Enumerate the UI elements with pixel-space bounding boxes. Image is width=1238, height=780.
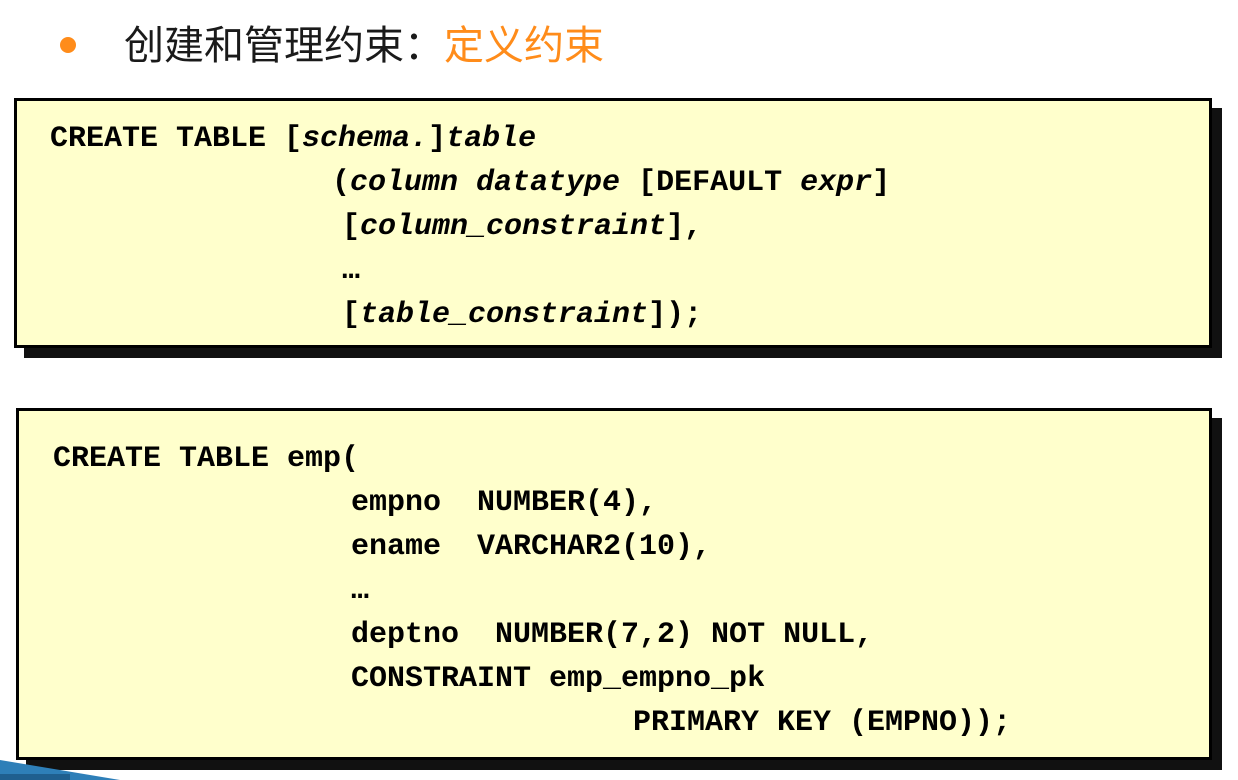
example-line-2: empno NUMBER(4), <box>351 486 658 520</box>
syntax-line-1: CREATE TABLE [schema.]table <box>50 117 536 161</box>
example-line-3: ename VARCHAR2(10), <box>351 530 712 564</box>
bullet-icon <box>60 37 76 53</box>
decorative-corner-bar <box>0 774 70 780</box>
example-line-1: CREATE TABLE emp( <box>53 442 360 476</box>
example-line-6: CONSTRAINT emp_empno_pk <box>351 662 766 696</box>
syntax-line-4: … <box>342 249 360 293</box>
syntax-placeholder: column_constraint <box>360 210 667 244</box>
example-line-5: deptno NUMBER(7,2) NOT NULL, <box>351 618 874 652</box>
syntax-keyword: ( <box>332 166 351 200</box>
example-code: CREATE TABLE emp( empno NUMBER(4), ename… <box>19 411 1011 780</box>
syntax-placeholder: expr <box>800 166 873 200</box>
syntax-code-box: CREATE TABLE [schema.]table (column data… <box>14 98 1212 348</box>
syntax-placeholder: schema. <box>302 122 429 156</box>
syntax-code: CREATE TABLE [schema.]table (column data… <box>17 101 890 409</box>
syntax-line-3: [column_constraint], <box>342 205 702 249</box>
syntax-keyword: [DEFAULT <box>620 166 801 200</box>
syntax-keyword: [ <box>342 210 361 244</box>
example-code-box: CREATE TABLE emp( empno NUMBER(4), ename… <box>16 408 1212 760</box>
syntax-keyword: ]); <box>648 298 703 332</box>
slide-title: 创建和管理约束：定义约束 <box>124 18 604 74</box>
example-line-4: … <box>351 574 370 608</box>
syntax-keyword: [ <box>342 298 361 332</box>
syntax-placeholder: column datatype <box>350 166 621 200</box>
syntax-keyword: ] <box>872 166 891 200</box>
syntax-placeholder: table_constraint <box>360 298 649 332</box>
title-prefix: 创建和管理约束： <box>124 23 444 69</box>
title-accent: 定义约束 <box>444 23 604 69</box>
syntax-line-5: [table_constraint]); <box>342 293 702 337</box>
syntax-line-2: (column datatype [DEFAULT expr] <box>332 161 890 205</box>
syntax-keyword: ] <box>428 122 447 156</box>
syntax-keyword: CREATE TABLE [ <box>50 122 303 156</box>
syntax-keyword: ], <box>666 210 703 244</box>
syntax-placeholder: table <box>446 122 537 156</box>
example-line-7: PRIMARY KEY (EMPNO)); <box>633 706 1012 740</box>
syntax-keyword: … <box>342 254 361 288</box>
